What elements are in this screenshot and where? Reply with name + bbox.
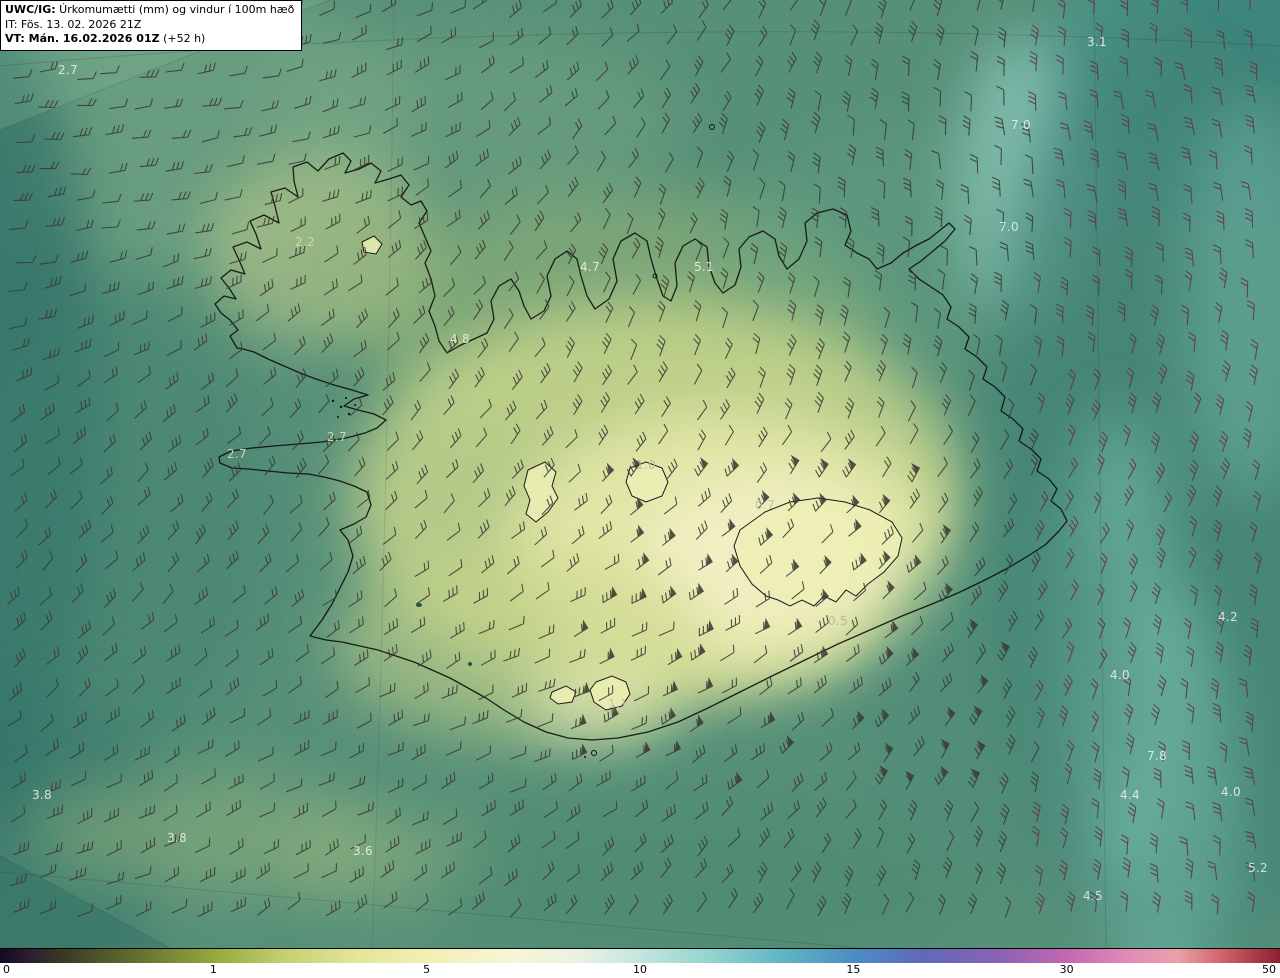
map-title-box: UWC/IG: Úrkomumætti (mm) og vindur í 100… <box>0 0 302 51</box>
precip-value-label: 7.0 <box>1011 118 1031 132</box>
colorbar-ticks: 01510153050 <box>0 963 1280 978</box>
precip-value-label: 4.0 <box>1221 785 1241 799</box>
precip-value-label: 3.8 <box>32 788 52 802</box>
precip-value-label: 0.7 <box>755 498 775 512</box>
weather-map-stage: 2.7 3.1 7.0 7.0 2.2 4.7 5.1 4.8 2.7 2.7 1.0 0.7 0.5 1… <box>0 0 1280 978</box>
precip-value-label: 1.1 <box>608 697 628 711</box>
precip-value-label: 1.0 <box>636 458 656 472</box>
precip-value-label: 4.5 <box>1083 889 1103 903</box>
product-label: UWC/IG: <box>5 3 56 16</box>
valid-time: Mán. 16.02.2026 01Z <box>25 32 160 45</box>
precip-value-label: 5.1 <box>694 260 714 274</box>
precip-value-label: 2.7 <box>58 63 78 77</box>
colorbar-gradient <box>0 948 1280 963</box>
valid-label: VT: <box>5 32 25 45</box>
weather-map-canvas: 2.7 3.1 7.0 7.0 2.2 4.7 5.1 4.8 2.7 2.7 1.0 0.7 0.5 1… <box>0 0 1280 948</box>
colorbar-tick-label: 50 <box>1262 963 1276 976</box>
colorbar-tick-label: 5 <box>423 963 430 976</box>
title-line-product: UWC/IG: Úrkomumætti (mm) og vindur í 100… <box>5 3 294 18</box>
product-title: Úrkomumætti (mm) og vindur í 100m hæð <box>56 3 295 16</box>
colorbar-tick-label: 15 <box>846 963 860 976</box>
precip-value-label: 4.4 <box>1120 788 1140 802</box>
precip-value-label: 5.2 <box>1248 861 1268 875</box>
title-line-init: IT: Fös. 13. 02. 2026 21Z <box>5 18 294 33</box>
precip-value-label: 2.2 <box>295 235 315 249</box>
precip-value-label: 2.7 <box>327 430 347 444</box>
precip-value-label: 3.6 <box>353 844 373 858</box>
precip-value-label: 2.7 <box>227 447 247 461</box>
precip-value-label: 4.8 <box>450 332 470 346</box>
init-label: IT: <box>5 18 17 31</box>
precip-value-label: 7.0 <box>999 220 1019 234</box>
precip-value-label: 4.7 <box>580 260 600 274</box>
precip-value-label: 4.2 <box>1218 610 1238 624</box>
colorbar: 01510153050 <box>0 948 1280 978</box>
precip-value-label: 3.1 <box>1087 35 1107 49</box>
colorbar-tick-label: 10 <box>633 963 647 976</box>
valid-offset: (+52 h) <box>160 32 206 45</box>
precip-value-label: 3.8 <box>167 831 187 845</box>
init-time: Fös. 13. 02. 2026 21Z <box>17 18 141 31</box>
precip-value-label: 4.0 <box>1110 668 1130 682</box>
precip-value-label: 7.8 <box>1147 749 1167 763</box>
colorbar-tick-label: 0 <box>3 963 10 976</box>
precip-value-label: 0.5 <box>828 614 848 628</box>
colorbar-tick-label: 30 <box>1060 963 1074 976</box>
colorbar-tick-label: 1 <box>210 963 217 976</box>
title-line-valid: VT: Mán. 16.02.2026 01Z (+52 h) <box>5 32 294 47</box>
